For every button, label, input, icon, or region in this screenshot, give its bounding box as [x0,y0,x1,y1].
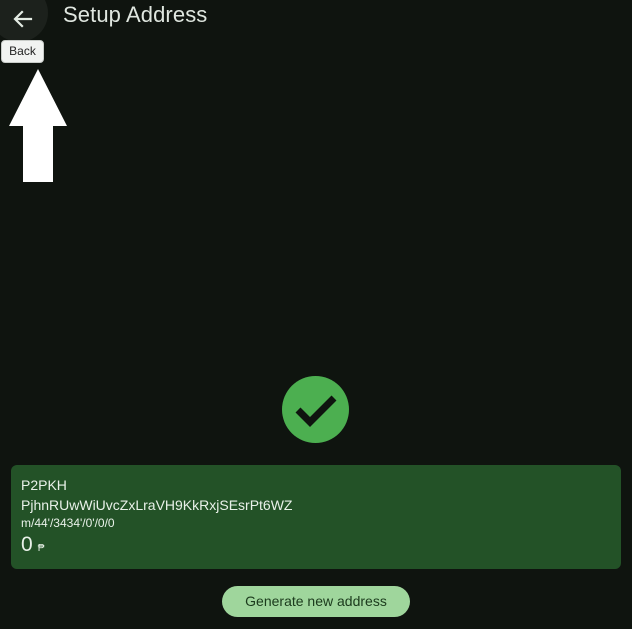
address-type: P2PKH [21,477,67,493]
currency-symbol: ₱ [37,543,45,554]
derivation-path: m/44'/3434'/0'/0/0 [21,516,115,530]
up-arrow-icon [9,69,67,182]
setup-address-screen: Setup Address Back P2PKH PjhnRUwWiUvcZxL… [0,0,632,629]
page-title: Setup Address [63,2,208,27]
check-circle-icon [282,376,349,443]
back-tooltip: Back [1,40,44,63]
generate-address-button[interactable]: Generate new address [222,586,410,617]
arrow-left-icon [13,10,33,28]
back-button[interactable] [0,0,48,42]
balance-amount: 0 [21,533,33,556]
address-card: P2PKH PjhnRUwWiUvcZxLraVH9KkRxjSEsrPt6WZ… [11,465,621,569]
address-value: PjhnRUwWiUvcZxLraVH9KkRxjSEsrPt6WZ [21,497,293,513]
balance-row: 0 ₱ [21,533,611,557]
